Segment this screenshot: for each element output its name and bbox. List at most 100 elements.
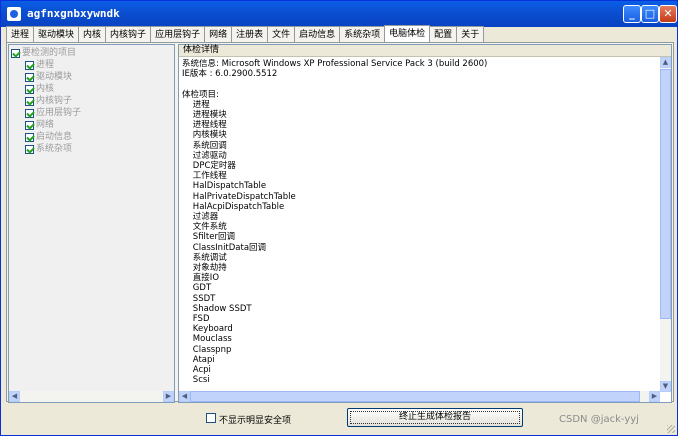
stop-report-label: 终止生成体检报告 — [398, 412, 471, 422]
detail-line: HalDispatchTable — [182, 181, 267, 192]
stop-report-button[interactable]: 终止生成体检报告 — [347, 408, 523, 427]
resize-grip-icon[interactable] — [665, 423, 675, 433]
detail-line: Keyboard — [182, 324, 233, 335]
tree-item[interactable]: 进程 — [11, 59, 81, 71]
tree-item[interactable]: 内核钩子 — [11, 95, 81, 107]
detail-header: 体检详情 — [179, 45, 671, 57]
tab-strip: 进程 驱动模块 内核 内核钩子 应用层钩子 网络 注册表 文件 启动信息 系统杂项 电脑体检 配置 关于 — [6, 25, 485, 43]
title-bar[interactable]: agfnxgnbxywndk _ □ ✕ — [1, 1, 677, 27]
detail-line: Atapi — [182, 354, 215, 365]
checkbox-checked-icon[interactable] — [25, 120, 34, 130]
detail-line: Shadow SSDT — [182, 303, 252, 314]
tree-root-label: 要检测的项目 — [22, 48, 77, 58]
detail-text[interactable]: 系统信息: Microsoft Windows XP Professional … — [182, 59, 658, 389]
tab-item[interactable]: 网络 — [204, 26, 233, 43]
detail-line: 进程线程 — [182, 120, 227, 131]
tree-item-label: 内核钩子 — [36, 96, 73, 106]
check-items-tree[interactable]: 要检测的项目进程驱动模块内核内核钩子应用层钩子网络启动信息系统杂项 ◀ ▶ — [8, 44, 175, 403]
tree-item-label: 进程 — [36, 60, 55, 70]
hide-safe-items-label: 不显示明显安全项 — [219, 416, 292, 426]
tab-item[interactable]: 驱动模块 — [33, 26, 80, 43]
tree-item[interactable]: 系统杂项 — [11, 143, 81, 155]
tree-root-item[interactable]: 要检测的项目 — [11, 47, 81, 59]
tab-item[interactable]: 应用层钩子 — [150, 26, 206, 43]
tab-item[interactable]: 系统杂项 — [339, 26, 386, 43]
vertical-scroll-thumb[interactable] — [660, 69, 671, 319]
tab-item[interactable]: 进程 — [6, 26, 35, 43]
scroll-left-icon[interactable]: ◀ — [9, 391, 20, 402]
tree-list: 要检测的项目进程驱动模块内核内核钩子应用层钩子网络启动信息系统杂项 — [11, 47, 81, 155]
detail-line: Classpnp — [182, 344, 232, 355]
detail-line: HalAcpiDispatchTable — [182, 201, 285, 212]
tree-item-label: 内核 — [36, 84, 55, 94]
checkbox-checked-icon[interactable] — [25, 72, 34, 82]
minimize-icon: _ — [629, 7, 635, 20]
tree-item-label: 驱动模块 — [36, 72, 73, 82]
detail-line: 工作线程 — [182, 171, 227, 182]
left-horizontal-scrollbar[interactable]: ◀ ▶ — [9, 391, 174, 402]
detail-line: 体检项目: — [182, 89, 219, 100]
detail-line: Scsi — [182, 375, 210, 386]
detail-line: IE版本 : 6.0.2900.5512 — [182, 69, 278, 80]
checkbox-checked-icon[interactable] — [25, 84, 34, 94]
scroll-left-icon[interactable]: ◀ — [179, 391, 190, 402]
detail-line: FSD — [182, 314, 210, 325]
tab-item[interactable]: 电脑体检 — [384, 25, 431, 43]
detail-line: 系统调试 — [182, 252, 227, 263]
scroll-right-icon[interactable]: ▶ — [163, 391, 174, 402]
tab-item[interactable]: 内核钩子 — [105, 26, 152, 43]
tab-item[interactable]: 文件 — [267, 26, 296, 43]
close-button[interactable]: ✕ — [659, 5, 677, 23]
horizontal-scroll-thumb[interactable] — [190, 391, 640, 402]
detail-line: 系统回调 — [182, 140, 227, 151]
checkbox-checked-icon[interactable] — [25, 96, 34, 106]
tree-item-label: 系统杂项 — [36, 144, 73, 154]
detail-line: SSDT — [182, 293, 216, 304]
detail-line: 文件系统 — [182, 222, 227, 233]
detail-line: Mouclass — [182, 334, 232, 345]
hide-safe-items-checkbox[interactable] — [206, 413, 216, 423]
tree-item-label: 启动信息 — [36, 132, 73, 142]
maximize-button[interactable]: □ — [641, 5, 659, 23]
app-icon — [7, 7, 21, 21]
tree-item[interactable]: 驱动模块 — [11, 71, 81, 83]
tab-item[interactable]: 内核 — [78, 26, 107, 43]
detail-panel: 体检详情 系统信息: Microsoft Windows XP Professi… — [178, 44, 672, 403]
detail-line: 内核模块 — [182, 130, 227, 141]
detail-line: ClassInitData回调 — [182, 242, 267, 253]
detail-line: Sfilter回调 — [182, 232, 235, 243]
checkbox-checked-icon[interactable] — [25, 108, 34, 118]
tree-item[interactable]: 应用层钩子 — [11, 107, 81, 119]
scroll-up-icon[interactable]: ▲ — [660, 57, 671, 68]
scroll-down-icon[interactable]: ▼ — [660, 381, 671, 392]
tab-item[interactable]: 关于 — [456, 26, 485, 43]
maximize-icon: □ — [644, 7, 656, 20]
detail-line: 过滤驱动 — [182, 150, 227, 161]
checkbox-checked-icon[interactable] — [25, 132, 34, 142]
scroll-right-icon[interactable]: ▶ — [649, 391, 660, 402]
watermark: CSDN @jack-yyj — [559, 414, 639, 425]
tree-item[interactable]: 启动信息 — [11, 131, 81, 143]
detail-line: 进程 — [182, 99, 210, 110]
tab-item[interactable]: 配置 — [429, 26, 458, 43]
tree-item-label: 应用层钩子 — [36, 108, 82, 118]
tab-item[interactable]: 启动信息 — [294, 26, 341, 43]
checkbox-checked-icon[interactable] — [25, 144, 34, 154]
detail-line: Acpi — [182, 365, 211, 376]
checkbox-checked-icon[interactable] — [25, 60, 34, 70]
detail-line: DPC定时器 — [182, 161, 236, 172]
detail-line: 对象劫持 — [182, 263, 227, 274]
tree-item[interactable]: 内核 — [11, 83, 81, 95]
minimize-button[interactable]: _ — [623, 5, 641, 23]
close-icon: ✕ — [663, 7, 673, 20]
detail-line: 直接IO — [182, 273, 220, 284]
detail-line: GDT — [182, 283, 212, 294]
tree-item[interactable]: 网络 — [11, 119, 81, 131]
detail-line — [182, 79, 658, 89]
main-window: agfnxgnbxywndk _ □ ✕ 进程 驱动模块 内核 内核钩子 应用层钩子 网络… — [0, 0, 678, 436]
checkbox-checked-icon[interactable] — [11, 48, 20, 58]
tab-item[interactable]: 注册表 — [231, 26, 269, 43]
horizontal-scrollbar[interactable]: ◀ ▶ — [179, 391, 660, 402]
tree-item-label: 网络 — [36, 120, 55, 130]
vertical-scrollbar[interactable]: ▲ ▼ — [660, 57, 671, 392]
